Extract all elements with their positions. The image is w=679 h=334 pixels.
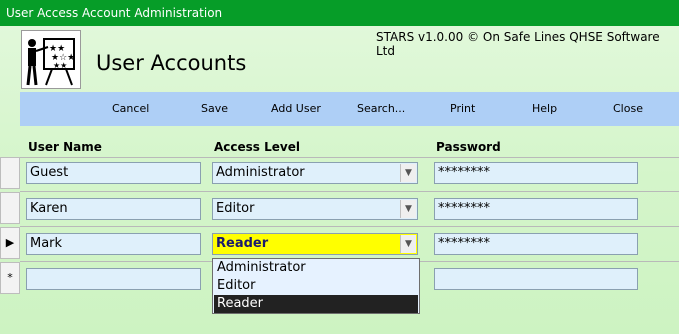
row-divider — [20, 191, 679, 192]
save-button[interactable]: Save — [201, 102, 228, 115]
chevron-down-icon[interactable]: ▼ — [400, 200, 416, 218]
option-administrator[interactable]: Administrator — [214, 259, 418, 277]
page-title: User Accounts — [96, 51, 247, 75]
column-header-user-name: User Name — [28, 140, 102, 154]
password-field[interactable]: ******** — [434, 233, 638, 255]
chevron-down-icon[interactable]: ▼ — [400, 164, 416, 182]
password-field[interactable] — [434, 268, 638, 290]
access-level-value: Administrator — [216, 165, 305, 180]
access-level-dropdown: Administrator Editor Reader — [212, 258, 420, 314]
search-button[interactable]: Search... — [357, 102, 405, 115]
user-name-field[interactable]: Guest — [26, 162, 201, 184]
access-level-select[interactable]: Editor ▼ — [212, 198, 418, 220]
chevron-down-icon[interactable]: ▼ — [400, 235, 416, 253]
access-level-select-active[interactable]: Reader ▼ — [212, 233, 418, 255]
column-header-password: Password — [436, 140, 501, 154]
user-name-field[interactable]: Mark — [26, 233, 201, 255]
user-name-field[interactable] — [26, 268, 201, 290]
row-selector[interactable] — [0, 192, 20, 224]
copyright-text: STARS v1.0.00 © On Safe Lines QHSE Softw… — [376, 30, 660, 58]
option-editor[interactable]: Editor — [214, 277, 418, 295]
password-field[interactable]: ******** — [434, 162, 638, 184]
password-field[interactable]: ******** — [434, 198, 638, 220]
presenter-board-icon: ★★ ★☆★ ★★ — [21, 30, 81, 89]
current-row-indicator[interactable]: ▶ — [0, 227, 20, 259]
close-button[interactable]: Close — [613, 102, 643, 115]
window-title: User Access Account Administration — [6, 6, 223, 20]
add-user-button[interactable]: Add User — [271, 102, 321, 115]
title-bar: User Access Account Administration — [0, 0, 679, 26]
new-row-indicator[interactable]: * — [0, 262, 20, 294]
access-level-select[interactable]: Administrator ▼ — [212, 162, 418, 184]
user-name-field[interactable]: Karen — [26, 198, 201, 220]
row-divider — [20, 157, 679, 158]
option-reader[interactable]: Reader — [214, 295, 418, 313]
access-level-value: Editor — [216, 201, 255, 216]
cancel-button[interactable]: Cancel — [112, 102, 149, 115]
print-button[interactable]: Print — [450, 102, 475, 115]
row-divider — [20, 226, 679, 227]
column-header-access-level: Access Level — [214, 140, 300, 154]
row-selector[interactable] — [0, 157, 20, 189]
toolbar: Cancel Save Add User Search... Print Hel… — [20, 92, 679, 126]
svg-text:★★: ★★ — [53, 61, 67, 70]
help-button[interactable]: Help — [532, 102, 557, 115]
access-level-value: Reader — [216, 236, 269, 251]
